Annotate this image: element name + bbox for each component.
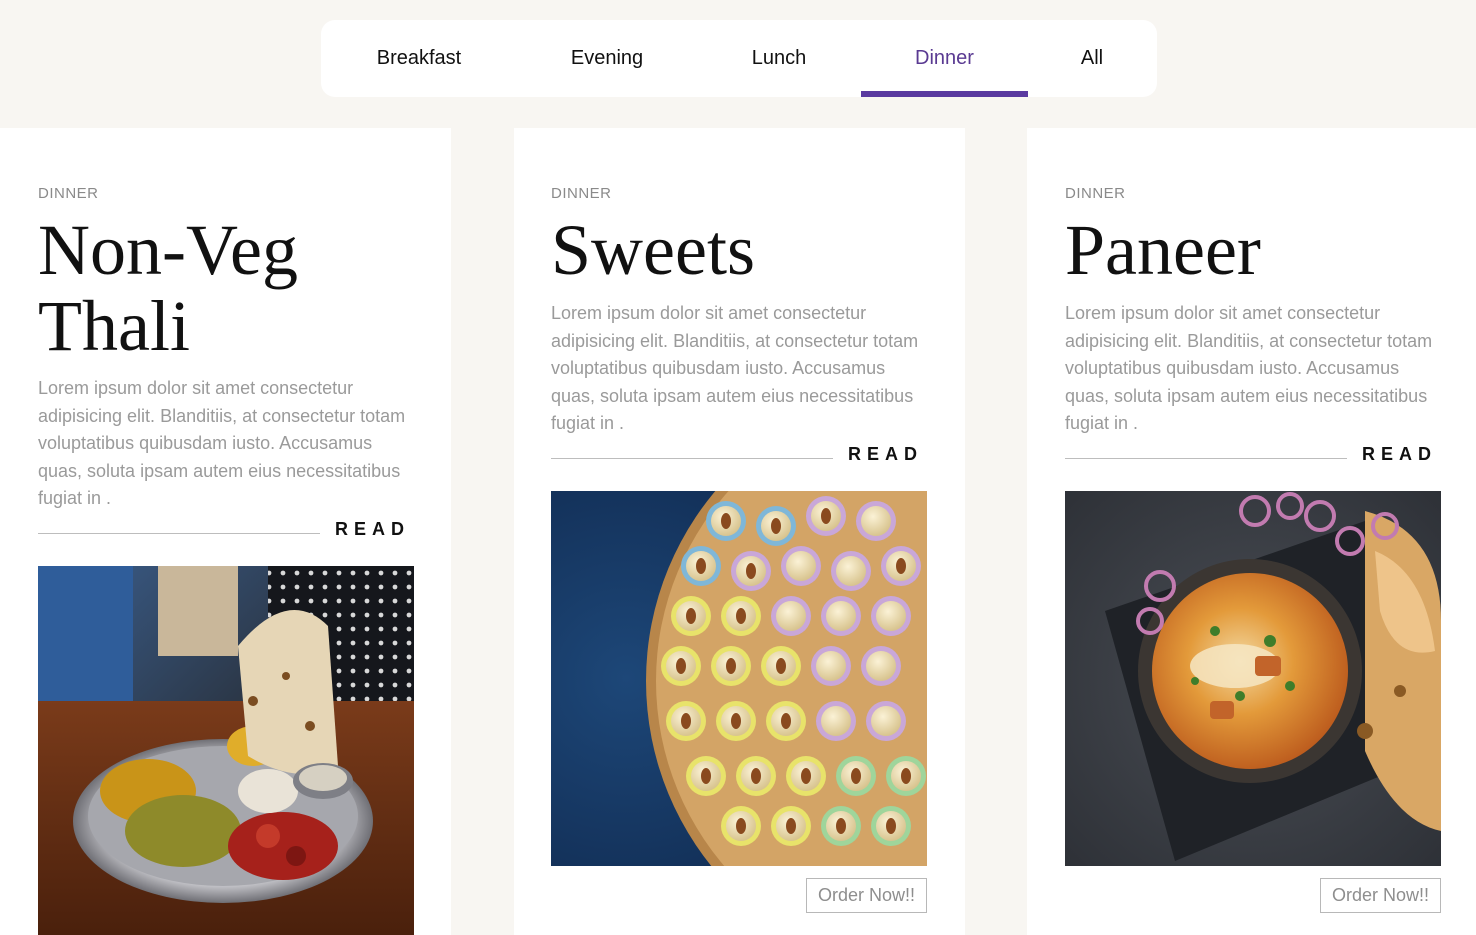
divider-line: [1065, 458, 1347, 459]
card-description: Lorem ipsum dolor sit amet consectetur a…: [1065, 303, 1433, 433]
card-description: Lorem ipsum dolor sit amet consectetur a…: [38, 378, 406, 508]
card-title: Sweets: [551, 210, 755, 290]
card-description: Lorem ipsum dolor sit amet consectetur a…: [551, 303, 919, 433]
order-now-button[interactable]: Order Now!!: [1320, 878, 1441, 913]
card-category: DINNER: [38, 185, 99, 202]
read-row: READ: [38, 519, 414, 541]
card-title: Paneer: [1065, 210, 1261, 290]
read-link[interactable]: READ: [848, 444, 923, 465]
sweets-photo: [551, 491, 927, 866]
card-title: Non-Veg Thali: [38, 210, 298, 366]
order-now-button[interactable]: Order Now!!: [806, 878, 927, 913]
tab-breakfast[interactable]: Breakfast: [341, 20, 497, 97]
menu-card-sweets: DINNER Sweets Lorem ipsum dolor sit amet…: [514, 128, 965, 935]
active-tab-indicator: [861, 91, 1028, 97]
menu-card-paneer: DINNER Paneer Lorem ipsum dolor sit amet…: [1027, 128, 1476, 935]
tab-lunch[interactable]: Lunch: [701, 20, 857, 97]
tab-all[interactable]: All: [1031, 20, 1153, 97]
category-tab-bar: Breakfast Evening Lunch Dinner All: [321, 20, 1157, 97]
read-link[interactable]: READ: [1362, 444, 1437, 465]
thali-photo: [38, 566, 414, 935]
divider-line: [38, 533, 320, 534]
card-category: DINNER: [551, 185, 612, 202]
read-link[interactable]: READ: [335, 519, 410, 540]
menu-card-non-veg-thali: DINNER Non-Veg Thali Lorem ipsum dolor s…: [0, 128, 451, 935]
tab-evening[interactable]: Evening: [527, 20, 687, 97]
tab-dinner[interactable]: Dinner: [861, 20, 1028, 97]
read-row: READ: [1065, 444, 1441, 466]
divider-line: [551, 458, 833, 459]
paneer-photo: [1065, 491, 1441, 866]
card-category: DINNER: [1065, 185, 1126, 202]
read-row: READ: [551, 444, 927, 466]
